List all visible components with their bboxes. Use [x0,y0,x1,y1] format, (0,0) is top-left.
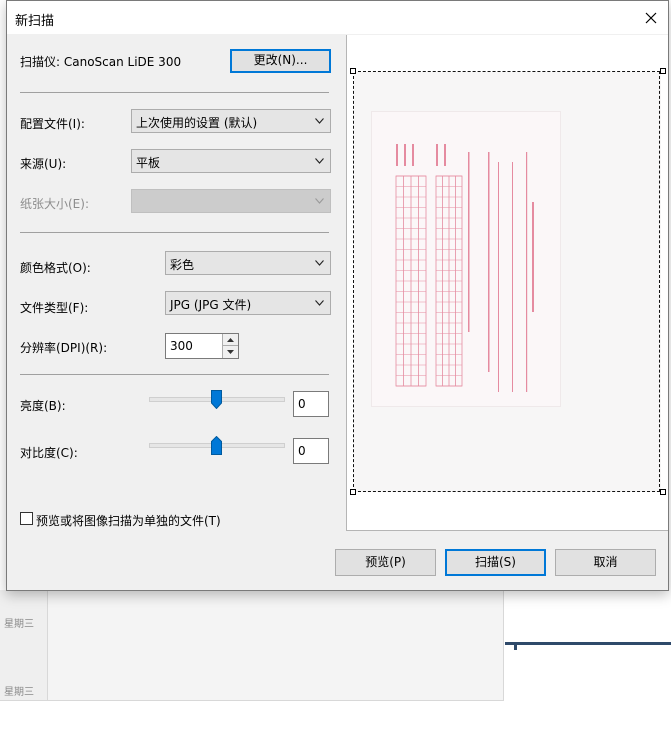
contrast-input[interactable]: 0 [293,438,329,464]
file-type-select[interactable]: JPG (JPG 文件) [165,291,331,315]
scan-selection-rectangle[interactable] [353,71,660,492]
color-format-select[interactable]: 彩色 [165,251,331,275]
cancel-button-label: 取消 [593,555,618,569]
selection-handle-bottom-left[interactable] [350,489,356,495]
contrast-label: 对比度(C): [20,446,78,460]
resolution-stepper[interactable]: 300 [165,333,239,359]
scanner-label: 扫描仪: CanoScan LiDE 300 [20,55,182,69]
color-format-label: 颜色格式(O): [20,261,91,275]
contrast-slider-thumb[interactable] [210,436,222,455]
brightness-input[interactable]: 0 [293,391,329,417]
separate-files-checkbox[interactable] [20,512,33,525]
resolution-decrease-button[interactable] [222,346,238,358]
scan-button-label: 扫描(S) [475,555,516,569]
background-calendar-panel [0,590,504,701]
background-timeline-tick [514,644,517,650]
chevron-down-icon [315,198,324,204]
selection-handle-bottom-right[interactable] [660,489,666,495]
new-scan-dialog: 新扫描 扫描仪: CanoScan LiDE 300 更改(N)... 配置文件… [6,0,669,591]
file-type-value: JPG (JPG 文件) [170,298,252,312]
chevron-down-icon [227,350,234,354]
background-day-label: 星期三 [4,687,34,698]
resolution-value: 300 [170,339,193,353]
contrast-value: 0 [298,444,306,458]
brightness-value: 0 [298,397,306,411]
brightness-slider-thumb[interactable] [210,390,222,409]
cancel-button[interactable]: 取消 [555,549,656,576]
preview-button-label: 预览(P) [365,555,406,569]
profile-select[interactable]: 上次使用的设置 (默认) [131,109,331,133]
chevron-down-icon [315,300,324,306]
profile-label: 配置文件(I): [20,117,85,131]
source-label: 来源(U): [20,157,67,171]
title-bar: 新扫描 [7,1,668,34]
separator [20,232,329,233]
preview-pane [346,35,668,531]
close-icon [645,12,657,23]
dialog-title: 新扫描 [15,14,55,29]
chevron-down-icon [315,118,324,124]
close-button[interactable] [634,1,668,34]
scan-button[interactable]: 扫描(S) [445,549,546,576]
background-timeline [505,642,671,645]
background-day-column: 星期三 星期三 [0,590,48,700]
paper-size-label: 纸张大小(E): [20,197,89,211]
resolution-increase-button[interactable] [222,334,238,346]
chevron-down-icon [315,158,324,164]
file-type-label: 文件类型(F): [20,301,89,315]
change-scanner-button[interactable]: 更改(N)... [230,49,331,73]
background-day-label: 星期三 [4,619,34,630]
chevron-down-icon [315,260,324,266]
change-scanner-button-label: 更改(N)... [253,53,308,67]
resolution-label: 分辨率(DPI)(R): [20,341,108,355]
preview-button[interactable]: 预览(P) [335,549,436,576]
brightness-label: 亮度(B): [20,399,66,413]
chevron-up-icon [227,337,234,342]
selection-handle-top-right[interactable] [660,68,666,74]
selection-handle-top-left[interactable] [350,68,356,74]
separate-files-label[interactable]: 预览或将图像扫描为单独的文件(T) [36,512,221,529]
source-value: 平板 [136,156,161,170]
separator [20,92,329,93]
profile-value: 上次使用的设置 (默认) [136,116,258,130]
paper-size-select [131,189,331,213]
source-select[interactable]: 平板 [131,149,331,173]
separator [20,374,329,375]
color-format-value: 彩色 [170,258,195,272]
